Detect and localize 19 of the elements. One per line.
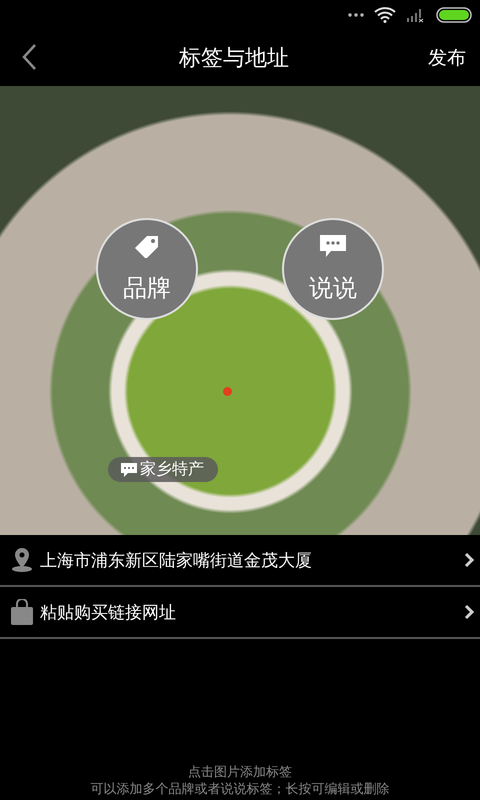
wifi-icon: [374, 7, 396, 23]
speech-bubble-icon: [120, 462, 138, 478]
chevron-right-icon: [464, 604, 474, 620]
price-tag-icon: [133, 234, 161, 258]
signal-icon: [406, 7, 426, 23]
row-label: 粘贴购买链接网址: [40, 602, 177, 624]
dots-icon: [348, 13, 364, 17]
speech-bubble-icon: [319, 234, 347, 258]
hint-text: 可以添加多个品牌或者说说标签；长按可编辑或删除: [90, 781, 390, 798]
tag-text: 家乡特产: [140, 459, 204, 480]
chevron-right-icon: [464, 552, 474, 568]
publish-button[interactable]: 发布: [428, 45, 466, 71]
location-pin-icon: [10, 547, 34, 573]
tag-label[interactable]: 家乡特产: [108, 457, 218, 482]
battery-icon: [436, 7, 472, 23]
page-title: 标签与地址: [179, 45, 289, 73]
shopping-bag-icon: [10, 599, 34, 625]
row-label: 上海市浦东新区陆家嘴街道金茂大厦: [40, 550, 313, 572]
hint-text: 点击图片添加标签: [188, 764, 292, 781]
